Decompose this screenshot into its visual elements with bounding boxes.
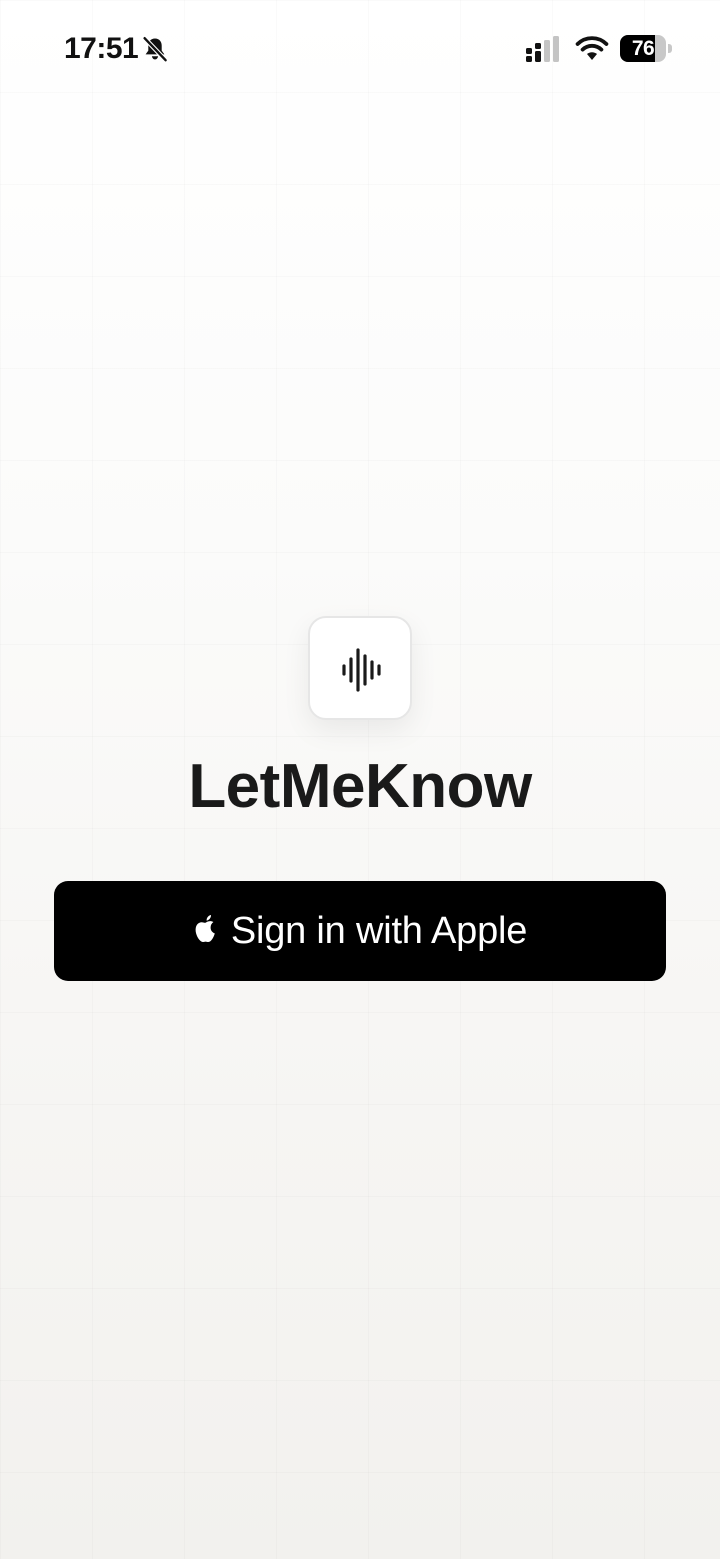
wifi-icon (575, 36, 609, 60)
bell-slash-icon (142, 35, 168, 63)
battery-level: 76 (631, 37, 655, 60)
battery-icon: 76 (620, 35, 674, 62)
sign-in-label: Sign in with Apple (230, 910, 528, 952)
app-title: LetMeKnow (188, 752, 532, 821)
waveform-icon (342, 648, 381, 692)
status-bar: 17:51 76 (0, 0, 720, 96)
signal-icon (526, 36, 559, 62)
battery-body: 76 (620, 35, 666, 62)
status-time: 17:51 (64, 32, 139, 65)
sign-in-with-apple-button[interactable]: Sign in with Apple (54, 881, 666, 981)
battery-cap (668, 44, 672, 53)
apple-logo-icon (195, 915, 215, 943)
app-icon-tile (308, 616, 412, 720)
